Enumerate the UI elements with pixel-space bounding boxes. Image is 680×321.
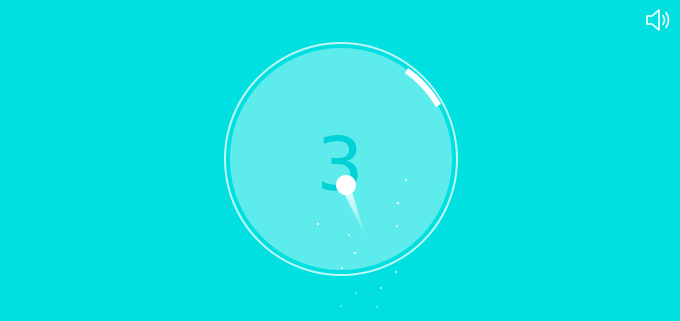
particle <box>404 178 408 182</box>
particle <box>394 270 398 274</box>
particle <box>316 222 320 226</box>
particle <box>396 201 400 205</box>
game-stage[interactable]: 3 <box>0 0 680 321</box>
sound-toggle-button[interactable] <box>644 6 674 34</box>
particle <box>395 224 399 228</box>
ball <box>336 175 356 195</box>
particle <box>376 306 378 308</box>
speaker-icon <box>646 9 670 31</box>
particle <box>355 292 357 294</box>
countdown-number: 3 <box>316 122 363 208</box>
particle <box>353 251 357 255</box>
particle <box>380 287 382 289</box>
particle <box>340 305 342 307</box>
particle <box>348 234 350 236</box>
particle <box>341 267 343 269</box>
